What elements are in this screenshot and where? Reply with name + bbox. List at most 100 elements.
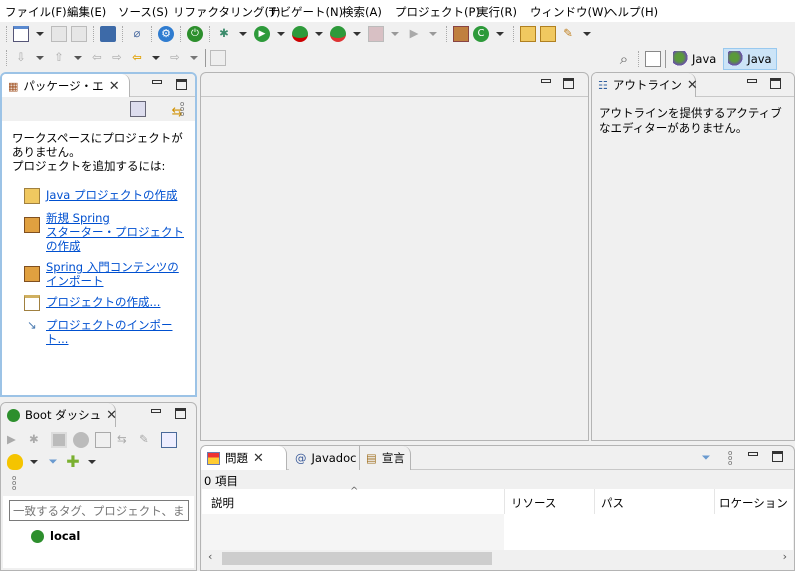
search-icon[interactable]: ⌕ (616, 51, 632, 67)
console-icon[interactable] (95, 432, 111, 448)
new-dropdown[interactable] (36, 32, 44, 36)
open-type-icon[interactable] (520, 26, 536, 42)
run-icon[interactable]: ▶ (254, 26, 270, 42)
column-header-description[interactable]: 説明 (211, 495, 234, 511)
forward-dropdown[interactable] (190, 56, 198, 60)
menu-window[interactable]: ウィンドウ(W) (530, 4, 608, 20)
pin-editor-icon[interactable] (210, 50, 226, 66)
tab-javadoc[interactable]: @ Javadoc (289, 446, 359, 470)
previous-annotation-dropdown[interactable] (74, 56, 82, 60)
open-perspective-icon[interactable] (645, 51, 661, 67)
collapse-all-icon[interactable] (130, 101, 146, 117)
tab-outline[interactable]: ☷ アウトライン ✕ (592, 73, 698, 97)
menu-edit[interactable]: 編集(E) (67, 4, 106, 20)
start-icon[interactable]: ▶ (7, 432, 23, 448)
menu-project[interactable]: プロジェクト(P) (395, 4, 480, 20)
menu-file[interactable]: ファイル(F) (5, 4, 67, 20)
stop-icon[interactable] (368, 26, 384, 42)
tab-declaration[interactable]: ▤ 宣言 (359, 446, 411, 470)
properties-table-icon[interactable] (161, 432, 177, 448)
close-icon[interactable]: ✕ (687, 78, 698, 93)
search-tool-dropdown[interactable] (583, 32, 591, 36)
close-icon[interactable]: ✕ (109, 79, 120, 94)
previous-annotation-icon[interactable]: ⇧ (51, 50, 67, 66)
edit-pencil-icon[interactable]: ✎ (139, 432, 155, 448)
view-menu-icon[interactable]: ooo (12, 475, 16, 492)
filter-icon[interactable]: ⏷ (698, 450, 714, 466)
forward-arrow-icon[interactable]: ⇨ (167, 50, 183, 66)
column-header-resource[interactable]: リソース (511, 495, 556, 511)
new-package-icon[interactable] (453, 26, 469, 42)
debug-dropdown[interactable] (239, 32, 247, 36)
create-java-project-link[interactable]: Java プロジェクトの作成 (46, 188, 177, 204)
stop-dropdown[interactable] (391, 32, 399, 36)
column-header-path[interactable]: パス (601, 495, 624, 511)
tab-boot-dashboard[interactable]: Boot ダッシュ ✕ (1, 403, 117, 427)
skip-breakpoints-icon[interactable]: ⌀ (129, 26, 145, 42)
external-tools-icon[interactable] (330, 26, 346, 42)
import-project-link[interactable]: プロジェクトのインポート... (46, 318, 194, 346)
scroll-right-icon[interactable]: › (783, 550, 787, 563)
close-icon[interactable]: ✕ (253, 451, 264, 466)
menu-refactor[interactable]: リファクタリング(T) (173, 4, 281, 20)
horizontal-scrollbar[interactable]: ‹ › (202, 550, 793, 567)
maximize-button[interactable] (772, 451, 783, 462)
external-tools-dropdown[interactable] (353, 32, 361, 36)
run-last-dropdown[interactable] (429, 32, 437, 36)
create-spring-starter-link[interactable]: 新規 Spring スターター・プロジェクトの作成 (46, 211, 194, 253)
menu-navigate[interactable]: ナビゲート(N) (268, 4, 343, 20)
run-last-icon[interactable]: ▶ (406, 26, 422, 42)
link-icon[interactable]: ⇆ (117, 432, 133, 448)
new-class-icon[interactable]: C (473, 26, 489, 42)
next-annotation-dropdown[interactable] (36, 56, 44, 60)
spring-boot-icon[interactable]: ⏻ (187, 26, 203, 42)
menu-source[interactable]: ソース(S) (118, 4, 168, 20)
back-arrow-icon[interactable]: ⇦ (129, 50, 145, 66)
tab-package-explorer[interactable]: ▦ パッケージ・エ ✕ (2, 74, 130, 98)
menu-search[interactable]: 検索(A) (342, 4, 382, 20)
coverage-dropdown[interactable] (315, 32, 323, 36)
run-dropdown[interactable] (277, 32, 285, 36)
scrollbar-thumb[interactable] (222, 552, 492, 565)
minimize-button[interactable] (541, 79, 551, 83)
menu-help[interactable]: ヘルプ(H) (606, 4, 658, 20)
maximize-button[interactable] (175, 408, 186, 419)
next-edit-location-icon[interactable]: ⇨ (109, 50, 125, 66)
filter-input[interactable] (9, 500, 189, 521)
minimize-button[interactable] (747, 79, 757, 83)
lightbulb-icon[interactable] (7, 454, 23, 470)
lightbulb-dropdown[interactable] (30, 460, 38, 464)
open-task-icon[interactable] (540, 26, 556, 42)
save-icon[interactable] (51, 26, 67, 42)
debug-icon[interactable]: ✱ (29, 432, 45, 448)
scroll-left-icon[interactable]: ‹ (208, 550, 212, 563)
maximize-button[interactable] (176, 79, 187, 90)
search-tool-icon[interactable]: ✎ (560, 26, 576, 42)
next-annotation-icon[interactable]: ⇩ (13, 50, 29, 66)
settings-gear-icon[interactable]: ⚙ (158, 26, 174, 42)
debug-bug-icon[interactable]: ✱ (216, 26, 232, 42)
stop-icon[interactable] (51, 432, 67, 448)
minimize-button[interactable] (151, 409, 161, 413)
import-spring-guides-link[interactable]: Spring 入門コンテンツの インポート (46, 260, 179, 288)
coverage-icon[interactable] (292, 26, 308, 42)
new-class-dropdown[interactable] (496, 32, 504, 36)
list-item[interactable]: local (31, 529, 80, 543)
column-header-location[interactable]: ロケーション (719, 495, 788, 511)
terminal-icon[interactable] (100, 26, 116, 42)
minimize-button[interactable] (152, 80, 162, 84)
minimize-button[interactable] (748, 452, 758, 456)
view-menu-icon[interactable]: ooo (180, 101, 184, 118)
menu-run[interactable]: 実行(R) (477, 4, 517, 20)
view-menu-icon[interactable]: ooo (728, 450, 732, 467)
maximize-button[interactable] (770, 78, 781, 89)
open-browser-icon[interactable] (73, 432, 89, 448)
maximize-button[interactable] (563, 78, 574, 89)
perspective-java-active[interactable]: Java (723, 48, 777, 70)
new-icon[interactable] (13, 26, 29, 42)
add-icon[interactable]: ✚ (65, 454, 81, 470)
create-project-link[interactable]: プロジェクトの作成... (46, 295, 160, 311)
last-edit-location-icon[interactable]: ⇦ (89, 50, 105, 66)
perspective-java[interactable]: Java (670, 49, 719, 69)
filter-icon[interactable]: ⏷ (45, 454, 61, 470)
